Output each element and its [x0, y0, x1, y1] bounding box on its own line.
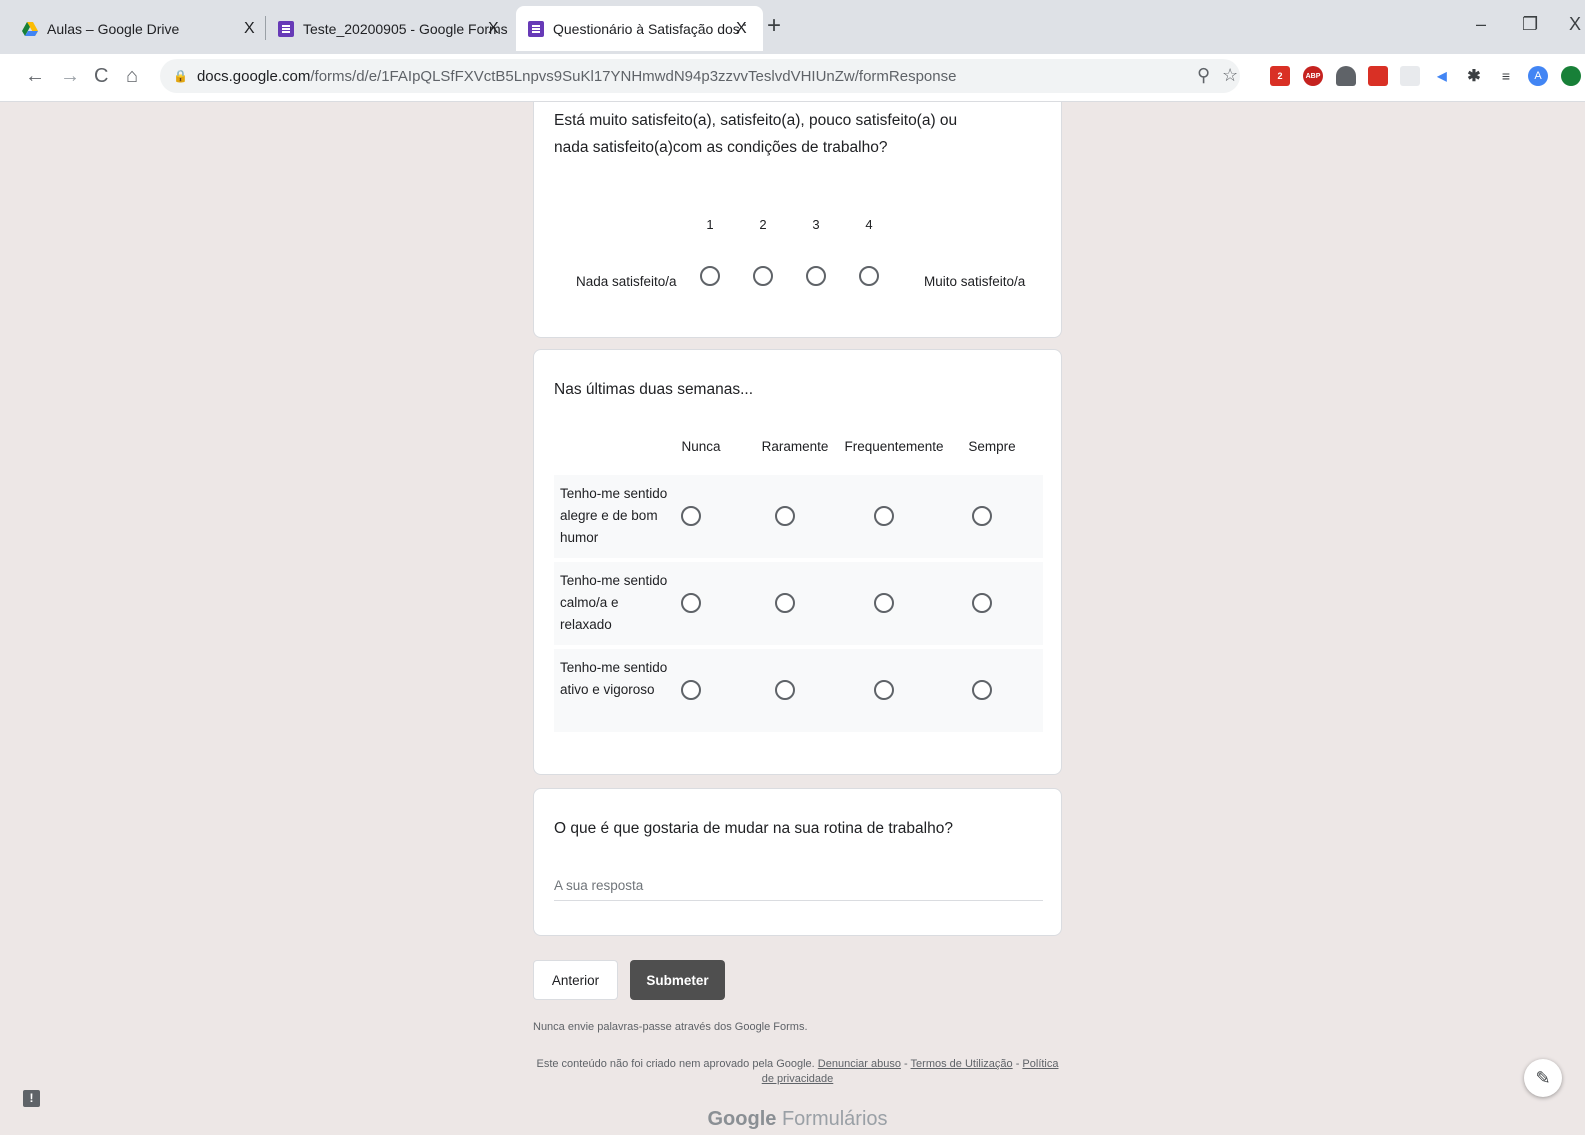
audio-extension-icon[interactable]: ◀: [1432, 66, 1452, 86]
grid-radio-sempre[interactable]: [972, 680, 992, 700]
edit-pencil-icon[interactable]: ✎: [1524, 1059, 1562, 1097]
question-card-satisfaction: Está muito satisfeito(a), satisfeito(a),…: [533, 102, 1062, 338]
puzzle-extensions-icon[interactable]: ✱: [1464, 66, 1484, 86]
grid-column-header: Frequentemente: [844, 439, 944, 454]
grid-radio-frequentemente[interactable]: [874, 680, 894, 700]
question-card-grid: Nas últimas duas semanas... Nunca Rarame…: [533, 349, 1062, 775]
grid-row-label: Tenho-me sentido ativo e vigoroso: [560, 660, 668, 697]
disclaimer-text: Este conteúdo não foi criado nem aprovad…: [536, 1058, 815, 1070]
grid-column-header: Raramente: [761, 439, 829, 454]
close-window-button[interactable]: X: [1569, 14, 1581, 35]
answer-input[interactable]: A sua resposta: [554, 875, 1043, 901]
link-separator: -: [900, 1058, 911, 1070]
password-warning: Nunca envie palavras-passe através dos G…: [533, 1021, 808, 1033]
grid-radio-frequentemente[interactable]: [874, 506, 894, 526]
extension-badge-count: 2: [1277, 71, 1283, 81]
grid-radio-raramente[interactable]: [775, 593, 795, 613]
profile-avatar[interactable]: A: [1528, 66, 1548, 86]
robot-extension-icon[interactable]: [1400, 66, 1420, 86]
close-tab-icon[interactable]: X: [488, 20, 499, 38]
grid-radio-sempre[interactable]: [972, 593, 992, 613]
address-bar[interactable]: 🔒 docs.google.com/forms/d/e/1FAIpQLSfFXV…: [160, 59, 1240, 93]
url-path: /forms/d/e/1FAIpQLSfFXVctB5Lnpvs9SuKl17Y…: [310, 67, 957, 85]
submit-button[interactable]: Submeter: [630, 960, 725, 1000]
terms-link[interactable]: Termos de Utilização: [911, 1058, 1013, 1070]
drive-extension-icon[interactable]: [1336, 66, 1356, 86]
grid-row-label: Tenho-me sentido calmo/a e relaxado: [560, 573, 668, 632]
scale-number: 4: [865, 217, 873, 232]
close-tab-icon[interactable]: X: [736, 20, 747, 38]
reload-button[interactable]: C: [94, 64, 108, 88]
zoom-icon[interactable]: ⚲: [1197, 65, 1210, 86]
tab-teste-forms[interactable]: Teste_20200905 - Google Forms X: [278, 6, 511, 51]
disclaimer: Este conteúdo não foi criado nem aprovad…: [533, 1057, 1062, 1087]
google-forms-icon: [528, 20, 544, 37]
tab-title: Teste_20200905 - Google Forms: [303, 20, 508, 37]
grid-radio-nunca[interactable]: [681, 680, 701, 700]
grid-row: Tenho-me sentido calmo/a e relaxado: [554, 562, 1043, 645]
tab-title: Questionário à Satisfação dos Tra: [553, 20, 746, 37]
url-text: docs.google.com/forms/d/e/1FAIpQLSfFXVct…: [197, 68, 957, 85]
grid-row: Tenho-me sentido alegre e de bom humor: [554, 475, 1043, 558]
scale-high-label: Muito satisfeito/a: [924, 274, 1026, 289]
lock-icon: 🔒: [173, 69, 188, 83]
bookmark-star-icon[interactable]: ☆: [1222, 65, 1238, 86]
grid-radio-raramente[interactable]: [775, 680, 795, 700]
profile-initial: A: [1534, 70, 1542, 82]
home-button[interactable]: ⌂: [126, 64, 138, 88]
brand-google: Google: [707, 1108, 777, 1130]
grid-radio-sempre[interactable]: [972, 506, 992, 526]
question-title: Nas últimas duas semanas...: [554, 381, 754, 398]
question-card-open: O que é que gostaria de mudar na sua rot…: [533, 788, 1062, 936]
close-tab-icon[interactable]: X: [244, 20, 255, 38]
tab-bar: Aulas – Google Drive X Teste_20200905 - …: [0, 0, 1585, 54]
browser-toolbar: ← → C ⌂ 🔒 docs.google.com/forms/d/e/1FAI…: [0, 54, 1585, 102]
red-extension-icon[interactable]: [1368, 66, 1388, 86]
grid-column-header: Sempre: [968, 439, 1016, 454]
tab-title: Aulas – Google Drive: [47, 20, 180, 37]
update-icon[interactable]: [1561, 66, 1581, 86]
tab-questionario[interactable]: Questionário à Satisfação dos Tra X: [516, 6, 763, 51]
adblock-icon[interactable]: ABP: [1303, 66, 1323, 86]
scale-number: 1: [706, 217, 714, 232]
url-host: docs.google.com: [196, 67, 311, 85]
forward-button[interactable]: →: [60, 64, 80, 88]
extension-badge-icon[interactable]: 2: [1270, 66, 1290, 86]
tab-google-drive[interactable]: Aulas – Google Drive X: [22, 6, 267, 51]
feedback-icon[interactable]: !: [23, 1090, 40, 1107]
grid-radio-frequentemente[interactable]: [874, 593, 894, 613]
reading-list-icon[interactable]: ≡: [1496, 66, 1516, 86]
scale-number: 3: [812, 217, 820, 232]
question-title: O que é que gostaria de mudar na sua rot…: [554, 820, 953, 837]
tab-separator: [265, 16, 266, 40]
grid-radio-nunca[interactable]: [681, 506, 701, 526]
restore-button[interactable]: ❐: [1522, 14, 1538, 35]
scale-number: 2: [759, 217, 767, 232]
back-button[interactable]: ←: [25, 64, 45, 88]
grid-row: Tenho-me sentido ativo e vigoroso: [554, 649, 1043, 732]
scale-low-label: Nada satisfeito/a: [576, 274, 677, 289]
grid-radio-nunca[interactable]: [681, 593, 701, 613]
adblock-label: ABP: [1305, 72, 1321, 80]
grid-row-label: Tenho-me sentido alegre e de bom humor: [560, 486, 668, 545]
question-title: Está muito satisfeito(a), satisfeito(a),…: [554, 112, 958, 156]
brand-product: Formulários: [781, 1108, 888, 1130]
report-abuse-link[interactable]: Denunciar abuso: [818, 1058, 901, 1070]
minimize-button[interactable]: –: [1476, 14, 1486, 35]
grid-radio-raramente[interactable]: [775, 506, 795, 526]
scale-radio-2[interactable]: [753, 266, 773, 286]
scale-radio-4[interactable]: [859, 266, 879, 286]
google-forms-logo[interactable]: Google Formulários: [533, 1108, 1062, 1131]
google-drive-icon: [22, 21, 38, 37]
google-forms-icon: [278, 20, 294, 37]
scale-radio-1[interactable]: [700, 266, 720, 286]
link-separator: -: [1012, 1058, 1023, 1070]
back-page-button[interactable]: Anterior: [533, 960, 618, 1000]
form-page: Está muito satisfeito(a), satisfeito(a),…: [0, 102, 1585, 1135]
new-tab-button[interactable]: +: [767, 14, 781, 38]
scale-radio-3[interactable]: [806, 266, 826, 286]
